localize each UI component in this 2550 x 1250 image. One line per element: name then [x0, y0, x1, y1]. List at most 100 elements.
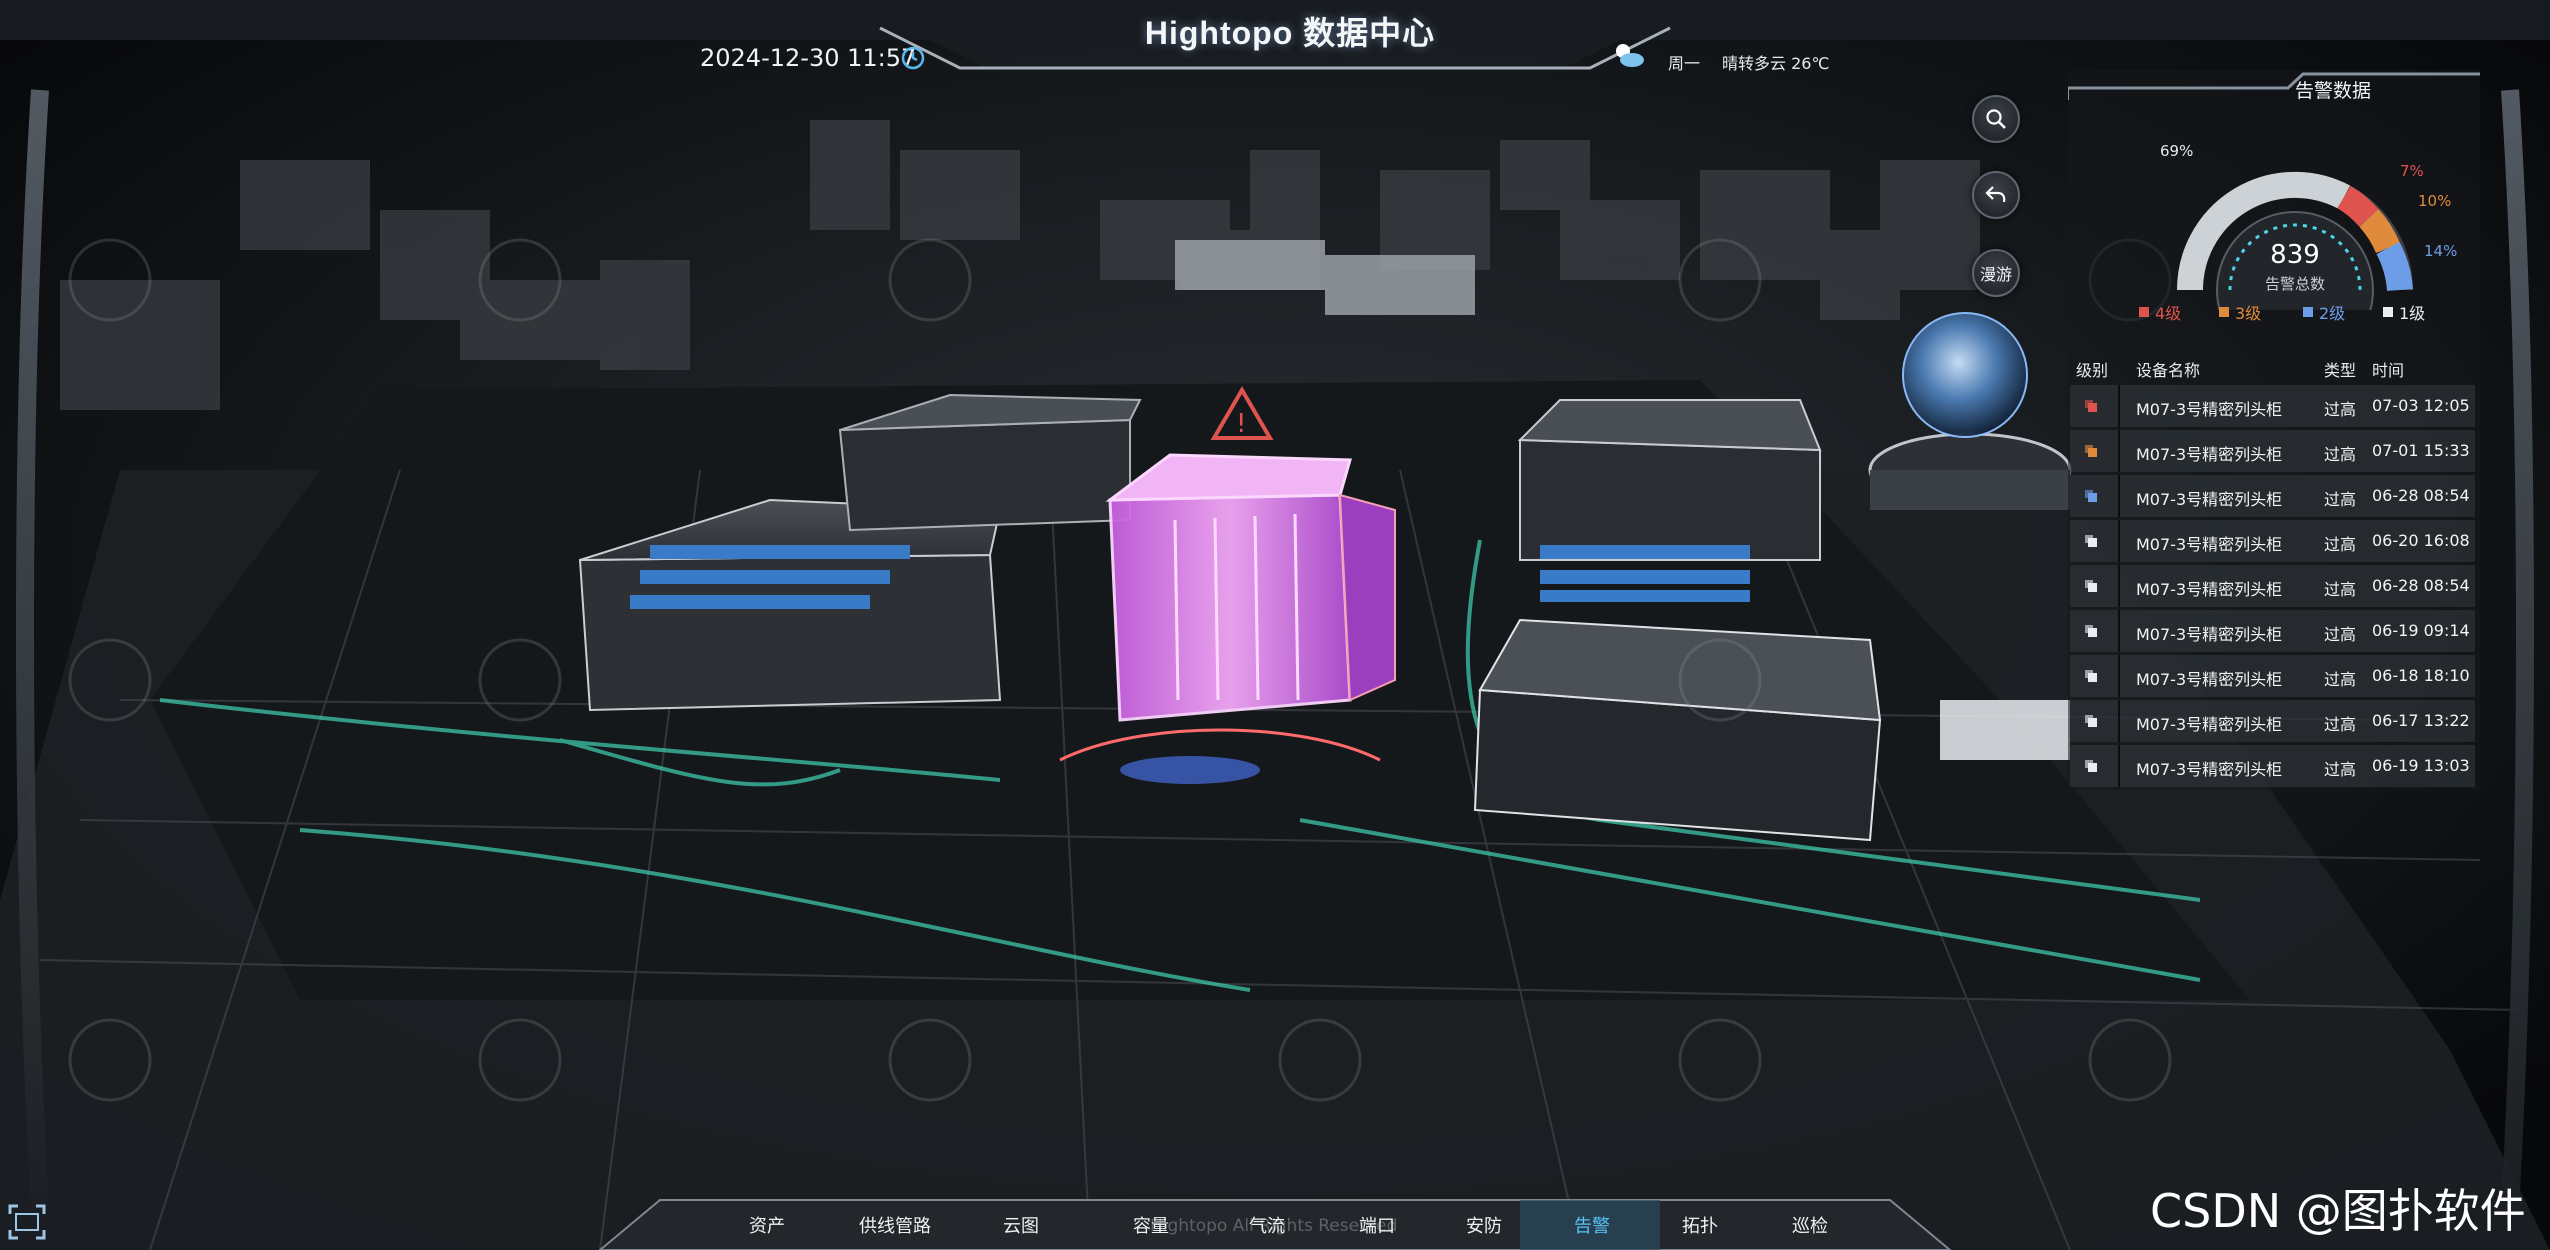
row-device-name: M07-3号精密列头柜 — [2136, 670, 2283, 689]
row-device-name: M07-3号精密列头柜 — [2136, 535, 2283, 554]
nav-item-0[interactable]: 资产 — [717, 1212, 817, 1238]
legend-level4[interactable]: 4级 — [2139, 300, 2181, 324]
row-divider — [2118, 610, 2120, 652]
nav-item-2[interactable]: 云图 — [971, 1212, 1071, 1238]
search-icon — [1986, 109, 2006, 129]
row-type: 过高 — [2324, 400, 2357, 419]
row-time: 06-17 13:22 — [2372, 711, 2470, 730]
legend-swatch — [2139, 307, 2149, 317]
table-row[interactable]: M07-3号精密列头柜 过高 07-03 12:05 — [2070, 385, 2475, 427]
row-device-name: M07-3号精密列头柜 — [2136, 715, 2283, 734]
table-row[interactable]: M07-3号精密列头柜 过高 06-19 13:03 — [2070, 745, 2475, 787]
nav-item-5[interactable]: 端口 — [1327, 1212, 1427, 1238]
svg-text:!: ! — [1236, 409, 1246, 439]
table-row[interactable]: M07-3号精密列头柜 过高 06-20 16:08 — [2070, 520, 2475, 562]
row-time: 06-28 08:54 — [2372, 576, 2470, 595]
nav-item-9[interactable]: 巡检 — [1760, 1212, 1860, 1238]
row-type: 过高 — [2324, 625, 2357, 644]
legend-swatch — [2383, 307, 2393, 317]
alarm-panel-title: 告警数据 — [2295, 80, 2372, 102]
row-time: 07-03 12:05 — [2372, 396, 2470, 415]
nav-item-6[interactable]: 安防 — [1434, 1212, 1534, 1238]
row-divider — [2118, 520, 2120, 562]
row-time: 06-18 18:10 — [2372, 666, 2470, 685]
gauge-pct-level1: 69% — [2160, 142, 2194, 160]
table-row[interactable]: M07-3号精密列头柜 过高 06-28 08:54 — [2070, 565, 2475, 607]
row-divider — [2118, 565, 2120, 607]
datetime-display: 2024-12-30 11:57 — [700, 44, 917, 72]
row-device-name: M07-3号精密列头柜 — [2136, 400, 2283, 419]
alarm-level-icon — [2085, 580, 2097, 592]
row-time: 06-19 13:03 — [2372, 756, 2470, 775]
roam-button[interactable]: 漫游 — [1972, 249, 2020, 297]
weather-icon — [1616, 44, 1644, 67]
row-divider — [2118, 385, 2120, 427]
clock-icon — [901, 46, 925, 70]
weather-label: 晴转多云 26℃ — [1722, 54, 1830, 73]
row-divider — [2118, 700, 2120, 742]
alarm-level-icon — [2085, 715, 2097, 727]
row-time: 06-28 08:54 — [2372, 486, 2470, 505]
row-type: 过高 — [2324, 670, 2357, 689]
row-divider — [2118, 475, 2120, 517]
legend-label: 2级 — [2319, 304, 2346, 323]
fullscreen-icon[interactable] — [6, 1202, 48, 1242]
row-device-name: M07-3号精密列头柜 — [2136, 760, 2283, 779]
col-header-device: 设备名称 — [2136, 361, 2201, 380]
legend-label: 3级 — [2235, 304, 2262, 323]
alarm-level-icon — [2085, 535, 2097, 547]
row-device-name: M07-3号精密列头柜 — [2136, 580, 2283, 599]
legend-swatch — [2219, 307, 2229, 317]
row-divider — [2118, 655, 2120, 697]
row-type: 过高 — [2324, 580, 2357, 599]
legend-label: 1级 — [2399, 304, 2426, 323]
legend-swatch — [2303, 307, 2313, 317]
nav-item-1[interactable]: 供线管路 — [845, 1212, 945, 1238]
row-time: 06-19 09:14 — [2372, 621, 2470, 640]
table-row[interactable]: M07-3号精密列头柜 过高 06-17 13:22 — [2070, 700, 2475, 742]
csdn-watermark: CSDN @图扑软件 — [2150, 1184, 2526, 1238]
legend-level1[interactable]: 1级 — [2383, 300, 2425, 324]
row-time: 07-01 15:33 — [2372, 441, 2470, 460]
row-divider — [2118, 430, 2120, 472]
row-device-name: M07-3号精密列头柜 — [2136, 445, 2283, 464]
alarm-legend: 4级 3级 2级 1级 — [2135, 300, 2465, 324]
alarm-level-icon — [2085, 490, 2097, 502]
legend-level3[interactable]: 3级 — [2219, 300, 2261, 324]
alarm-level-icon — [2085, 445, 2097, 457]
alarm-level-icon — [2085, 670, 2097, 682]
gauge-pct-level4: 7% — [2400, 162, 2424, 180]
legend-label: 4级 — [2155, 304, 2182, 323]
row-type: 过高 — [2324, 535, 2357, 554]
nav-item-4[interactable]: 气流 — [1217, 1212, 1317, 1238]
alarm-total-label: 告警总数 — [2264, 275, 2325, 293]
legend-level2[interactable]: 2级 — [2303, 300, 2345, 324]
row-type: 过高 — [2324, 760, 2357, 779]
nav-item-8[interactable]: 拓扑 — [1650, 1212, 1750, 1238]
weekday-label: 周一 — [1668, 54, 1701, 73]
alarm-total-value: 839 — [2270, 240, 2320, 270]
back-button[interactable] — [1972, 171, 2020, 219]
back-icon — [1985, 186, 2006, 203]
alarm-level-icon — [2085, 625, 2097, 637]
gauge-pct-level3: 10% — [2418, 192, 2452, 210]
app-title: Hightopo 数据中心 — [1144, 15, 1436, 51]
table-row[interactable]: M07-3号精密列头柜 过高 06-19 09:14 — [2070, 610, 2475, 652]
row-type: 过高 — [2324, 490, 2357, 509]
table-row[interactable]: M07-3号精密列头柜 过高 06-28 08:54 — [2070, 475, 2475, 517]
alarm-level-icon — [2085, 400, 2097, 412]
nav-item-3[interactable]: 容量 — [1101, 1212, 1201, 1238]
row-type: 过高 — [2324, 715, 2357, 734]
col-header-level: 级别 — [2076, 361, 2109, 380]
search-button[interactable] — [1972, 95, 2020, 143]
gauge-pct-level2: 14% — [2424, 242, 2458, 260]
alarm-level-icon — [2085, 760, 2097, 772]
row-divider — [2118, 745, 2120, 787]
row-device-name: M07-3号精密列头柜 — [2136, 490, 2283, 509]
col-header-time: 时间 — [2372, 361, 2405, 380]
nav-item-7[interactable]: 告警 — [1542, 1212, 1642, 1238]
table-row[interactable]: M07-3号精密列头柜 过高 06-18 18:10 — [2070, 655, 2475, 697]
row-time: 06-20 16:08 — [2372, 531, 2470, 550]
table-row[interactable]: M07-3号精密列头柜 过高 07-01 15:33 — [2070, 430, 2475, 472]
col-header-type: 类型 — [2324, 361, 2357, 380]
